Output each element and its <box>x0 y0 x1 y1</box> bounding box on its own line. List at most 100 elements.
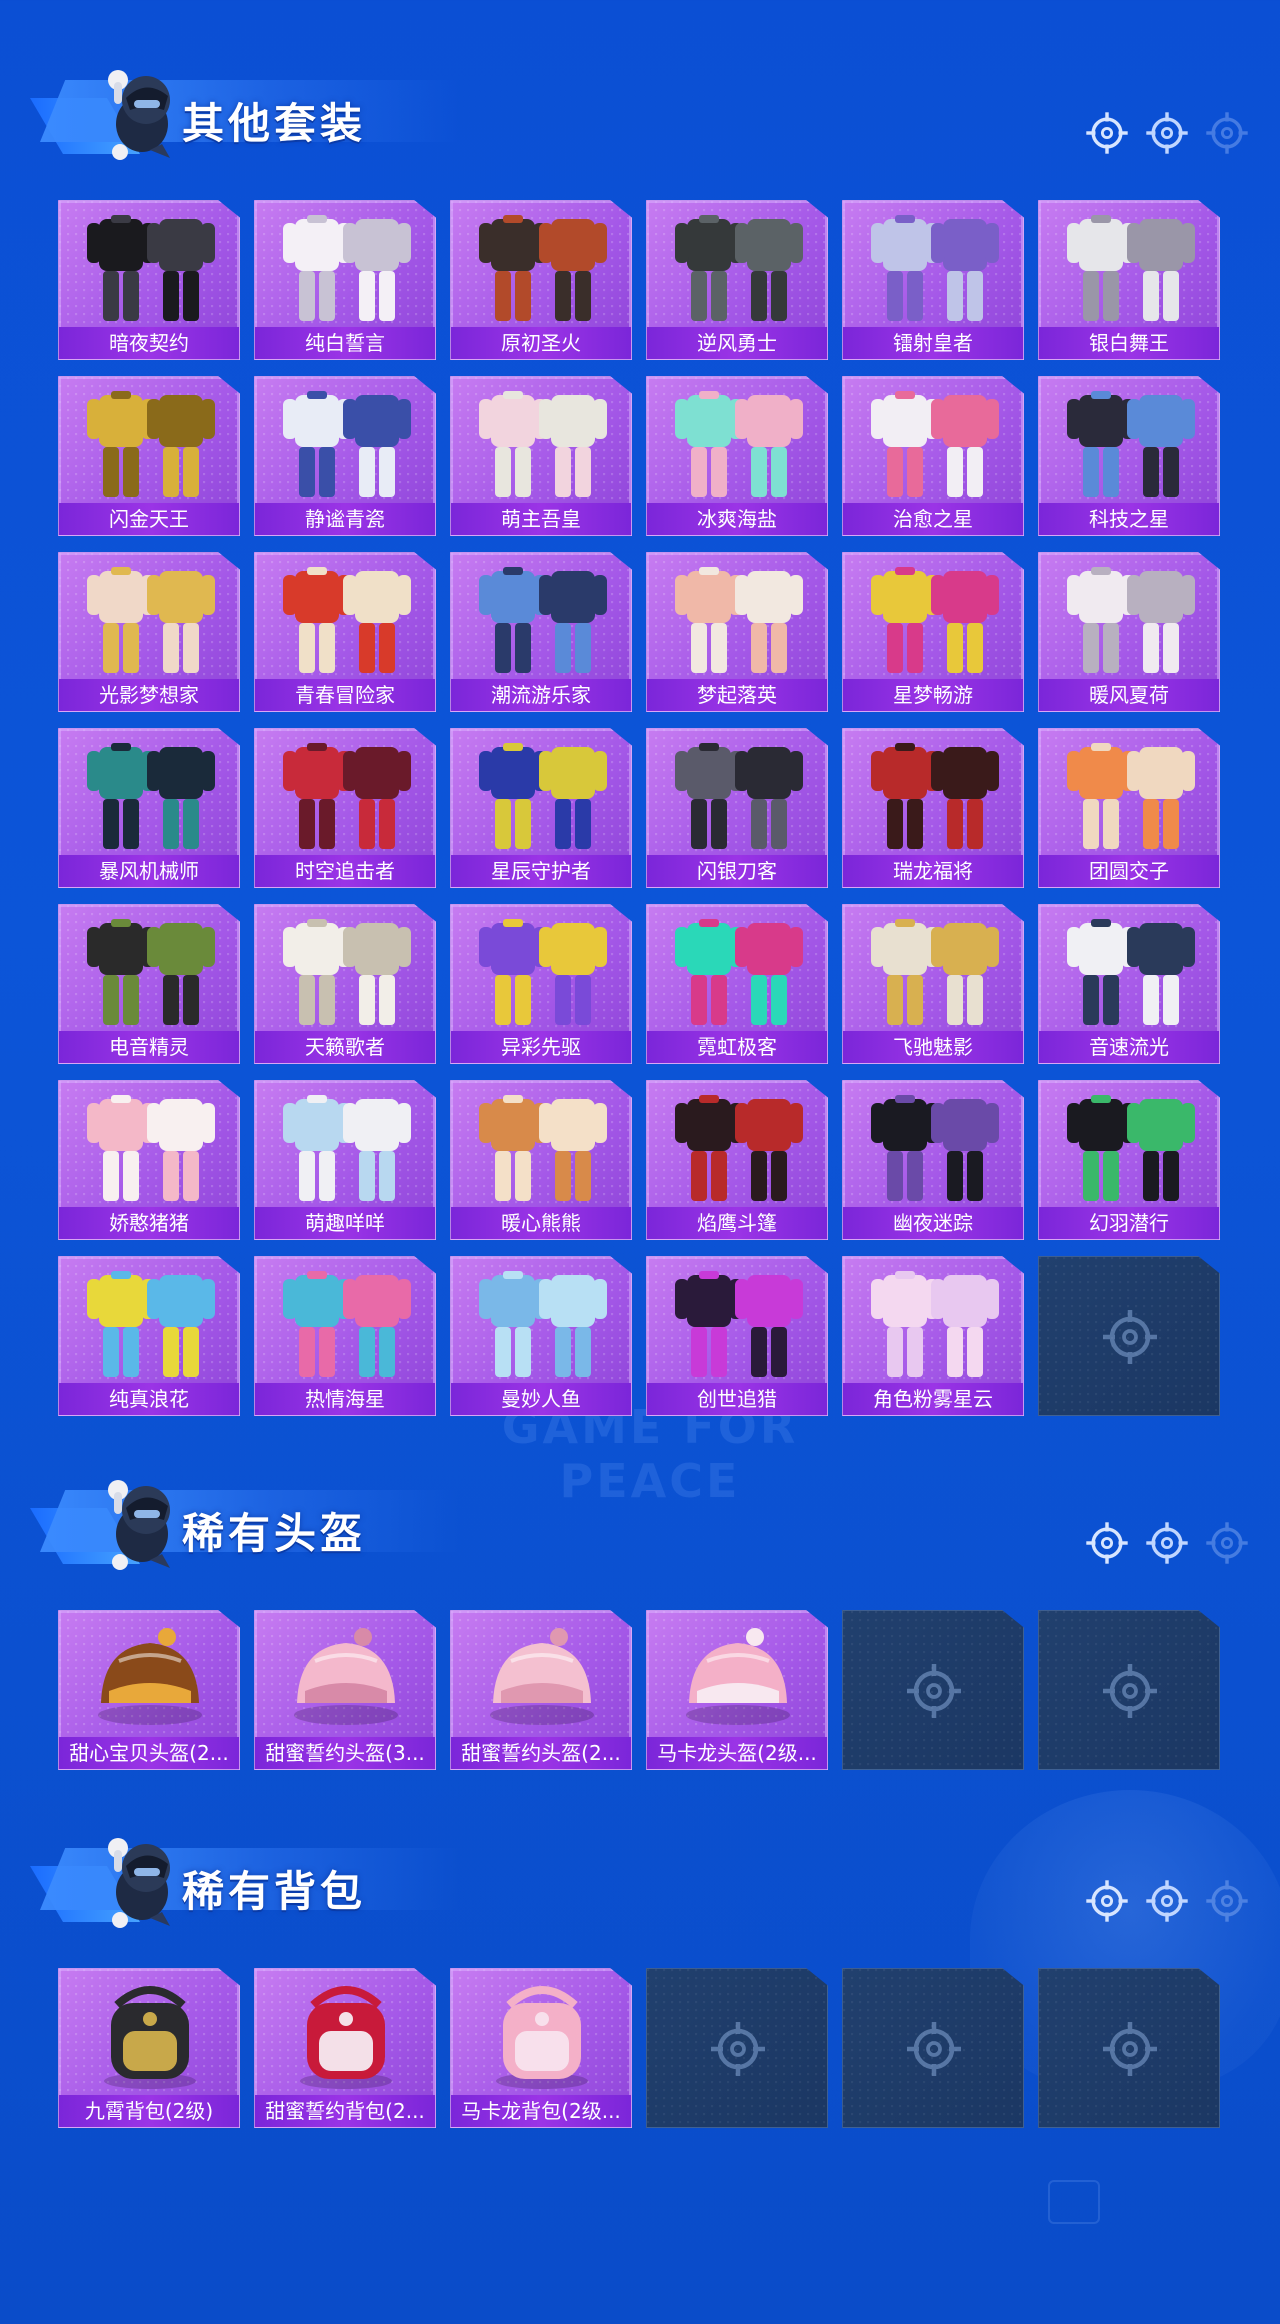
item-card[interactable]: 马卡龙头盔(2级... <box>646 1610 828 1770</box>
item-card[interactable]: 团圆交子 <box>1038 728 1220 888</box>
item-card[interactable]: 热情海星 <box>254 1256 436 1416</box>
item-card[interactable]: 青春冒险家 <box>254 552 436 712</box>
item-card[interactable]: 闪银刀客 <box>646 728 828 888</box>
outfit-image <box>1067 391 1195 497</box>
outfit-image <box>871 567 999 673</box>
item-card[interactable]: 科技之星 <box>1038 376 1220 536</box>
item-card[interactable]: 飞驰魅影 <box>842 904 1024 1064</box>
item-card[interactable]: 银白舞王 <box>1038 200 1220 360</box>
item-name: 团圆交子 <box>1039 855 1219 887</box>
item-card[interactable]: 幽夜迷踪 <box>842 1080 1024 1240</box>
item-card[interactable]: 治愈之星 <box>842 376 1024 536</box>
section-header: 稀有头盔 <box>30 1460 1250 1580</box>
item-card[interactable]: 纯真浪花 <box>58 1256 240 1416</box>
item-card[interactable]: 光影梦想家 <box>58 552 240 712</box>
item-card[interactable]: 萌趣咩咩 <box>254 1080 436 1240</box>
item-card[interactable]: 潮流游乐家 <box>450 552 632 712</box>
outfit-image <box>675 919 803 1025</box>
item-card[interactable]: 异彩先驱 <box>450 904 632 1064</box>
item-card[interactable]: 暗夜契约 <box>58 200 240 360</box>
crosshair-icon <box>907 1664 961 1718</box>
item-name: 暖心熊熊 <box>451 1207 631 1239</box>
outfit-image <box>871 743 999 849</box>
item-name: 马卡龙头盔(2级... <box>647 1737 827 1769</box>
item-name: 甜心宝贝头盔(2... <box>59 1737 239 1769</box>
outfit-image <box>87 391 215 497</box>
item-name: 甜蜜誓约背包(2... <box>255 2095 435 2127</box>
bag-image <box>104 1986 196 2089</box>
outfit-image <box>479 919 607 1025</box>
item-card[interactable]: 娇憨猪猪 <box>58 1080 240 1240</box>
item-name: 星辰守护者 <box>451 855 631 887</box>
item-card[interactable]: 角色粉雾星云 <box>842 1256 1024 1416</box>
item-name: 冰爽海盐 <box>647 503 827 535</box>
item-name: 闪金天王 <box>59 503 239 535</box>
item-name: 逆风勇士 <box>647 327 827 359</box>
item-name: 娇憨猪猪 <box>59 1207 239 1239</box>
item-card[interactable]: 纯白誓言 <box>254 200 436 360</box>
item-card[interactable]: 梦起落英 <box>646 552 828 712</box>
outfit-image <box>871 215 999 321</box>
crosshair-icon <box>1146 1522 1188 1564</box>
item-name: 潮流游乐家 <box>451 679 631 711</box>
item-card[interactable]: 闪金天王 <box>58 376 240 536</box>
outfit-image <box>283 391 411 497</box>
outfit-image <box>871 1271 999 1377</box>
helmet-image <box>490 1628 594 1725</box>
bag-image <box>496 1986 588 2089</box>
item-card[interactable]: 瑞龙福将 <box>842 728 1024 888</box>
item-name: 天籁歌者 <box>255 1031 435 1063</box>
item-card[interactable]: 创世追猎 <box>646 1256 828 1416</box>
item-card[interactable]: 甜蜜誓约头盔(3... <box>254 1610 436 1770</box>
item-card[interactable]: 静谧青瓷 <box>254 376 436 536</box>
item-card[interactable]: 焰鹰斗篷 <box>646 1080 828 1240</box>
item-card[interactable]: 逆风勇士 <box>646 200 828 360</box>
item-card[interactable]: 九霄背包(2级) <box>58 1968 240 2128</box>
outfit-image <box>675 1271 803 1377</box>
crosshair-icon <box>1086 1880 1128 1922</box>
item-card[interactable]: 暖心熊熊 <box>450 1080 632 1240</box>
item-name: 瑞龙福将 <box>843 855 1023 887</box>
item-name: 原初圣火 <box>451 327 631 359</box>
crosshair-decoration <box>1084 1878 1250 1924</box>
item-card[interactable]: 曼妙人鱼 <box>450 1256 632 1416</box>
outfit-image <box>283 567 411 673</box>
item-card[interactable]: 甜心宝贝头盔(2... <box>58 1610 240 1770</box>
item-card[interactable]: 冰爽海盐 <box>646 376 828 536</box>
item-card[interactable]: 镭射皇者 <box>842 200 1024 360</box>
item-card[interactable]: 霓虹极客 <box>646 904 828 1064</box>
section-title: 稀有背包 <box>182 1867 367 1916</box>
item-name: 甜蜜誓约头盔(2... <box>451 1737 631 1769</box>
section-header: 稀有背包 <box>30 1818 1250 1938</box>
item-card[interactable]: 甜蜜誓约背包(2... <box>254 1968 436 2128</box>
item-card[interactable]: 暴风机械师 <box>58 728 240 888</box>
outfit-image <box>1067 215 1195 321</box>
crosshair-icon <box>1103 1310 1157 1364</box>
item-card[interactable]: 暖风夏荷 <box>1038 552 1220 712</box>
outfit-image <box>1067 567 1195 673</box>
item-card[interactable]: 原初圣火 <box>450 200 632 360</box>
item-name: 静谧青瓷 <box>255 503 435 535</box>
crosshair-decoration <box>1084 1520 1250 1566</box>
outfit-image <box>479 1271 607 1377</box>
bag-image <box>300 1986 392 2089</box>
outfit-image <box>479 391 607 497</box>
item-card[interactable]: 幻羽潜行 <box>1038 1080 1220 1240</box>
outfit-image <box>283 919 411 1025</box>
item-card[interactable]: 星梦畅游 <box>842 552 1024 712</box>
item-name: 音速流光 <box>1039 1031 1219 1063</box>
empty-item-slot <box>842 1610 1024 1770</box>
item-card[interactable]: 时空追击者 <box>254 728 436 888</box>
item-card[interactable]: 马卡龙背包(2级... <box>450 1968 632 2128</box>
outfit-image <box>675 743 803 849</box>
item-name: 星梦畅游 <box>843 679 1023 711</box>
item-card[interactable]: 天籁歌者 <box>254 904 436 1064</box>
item-name: 纯真浪花 <box>59 1383 239 1415</box>
crosshair-icon <box>1086 1522 1128 1564</box>
item-card[interactable]: 萌主吾皇 <box>450 376 632 536</box>
item-card[interactable]: 音速流光 <box>1038 904 1220 1064</box>
item-card[interactable]: 星辰守护者 <box>450 728 632 888</box>
outfit-image <box>283 1271 411 1377</box>
item-card[interactable]: 甜蜜誓约头盔(2... <box>450 1610 632 1770</box>
item-card[interactable]: 电音精灵 <box>58 904 240 1064</box>
